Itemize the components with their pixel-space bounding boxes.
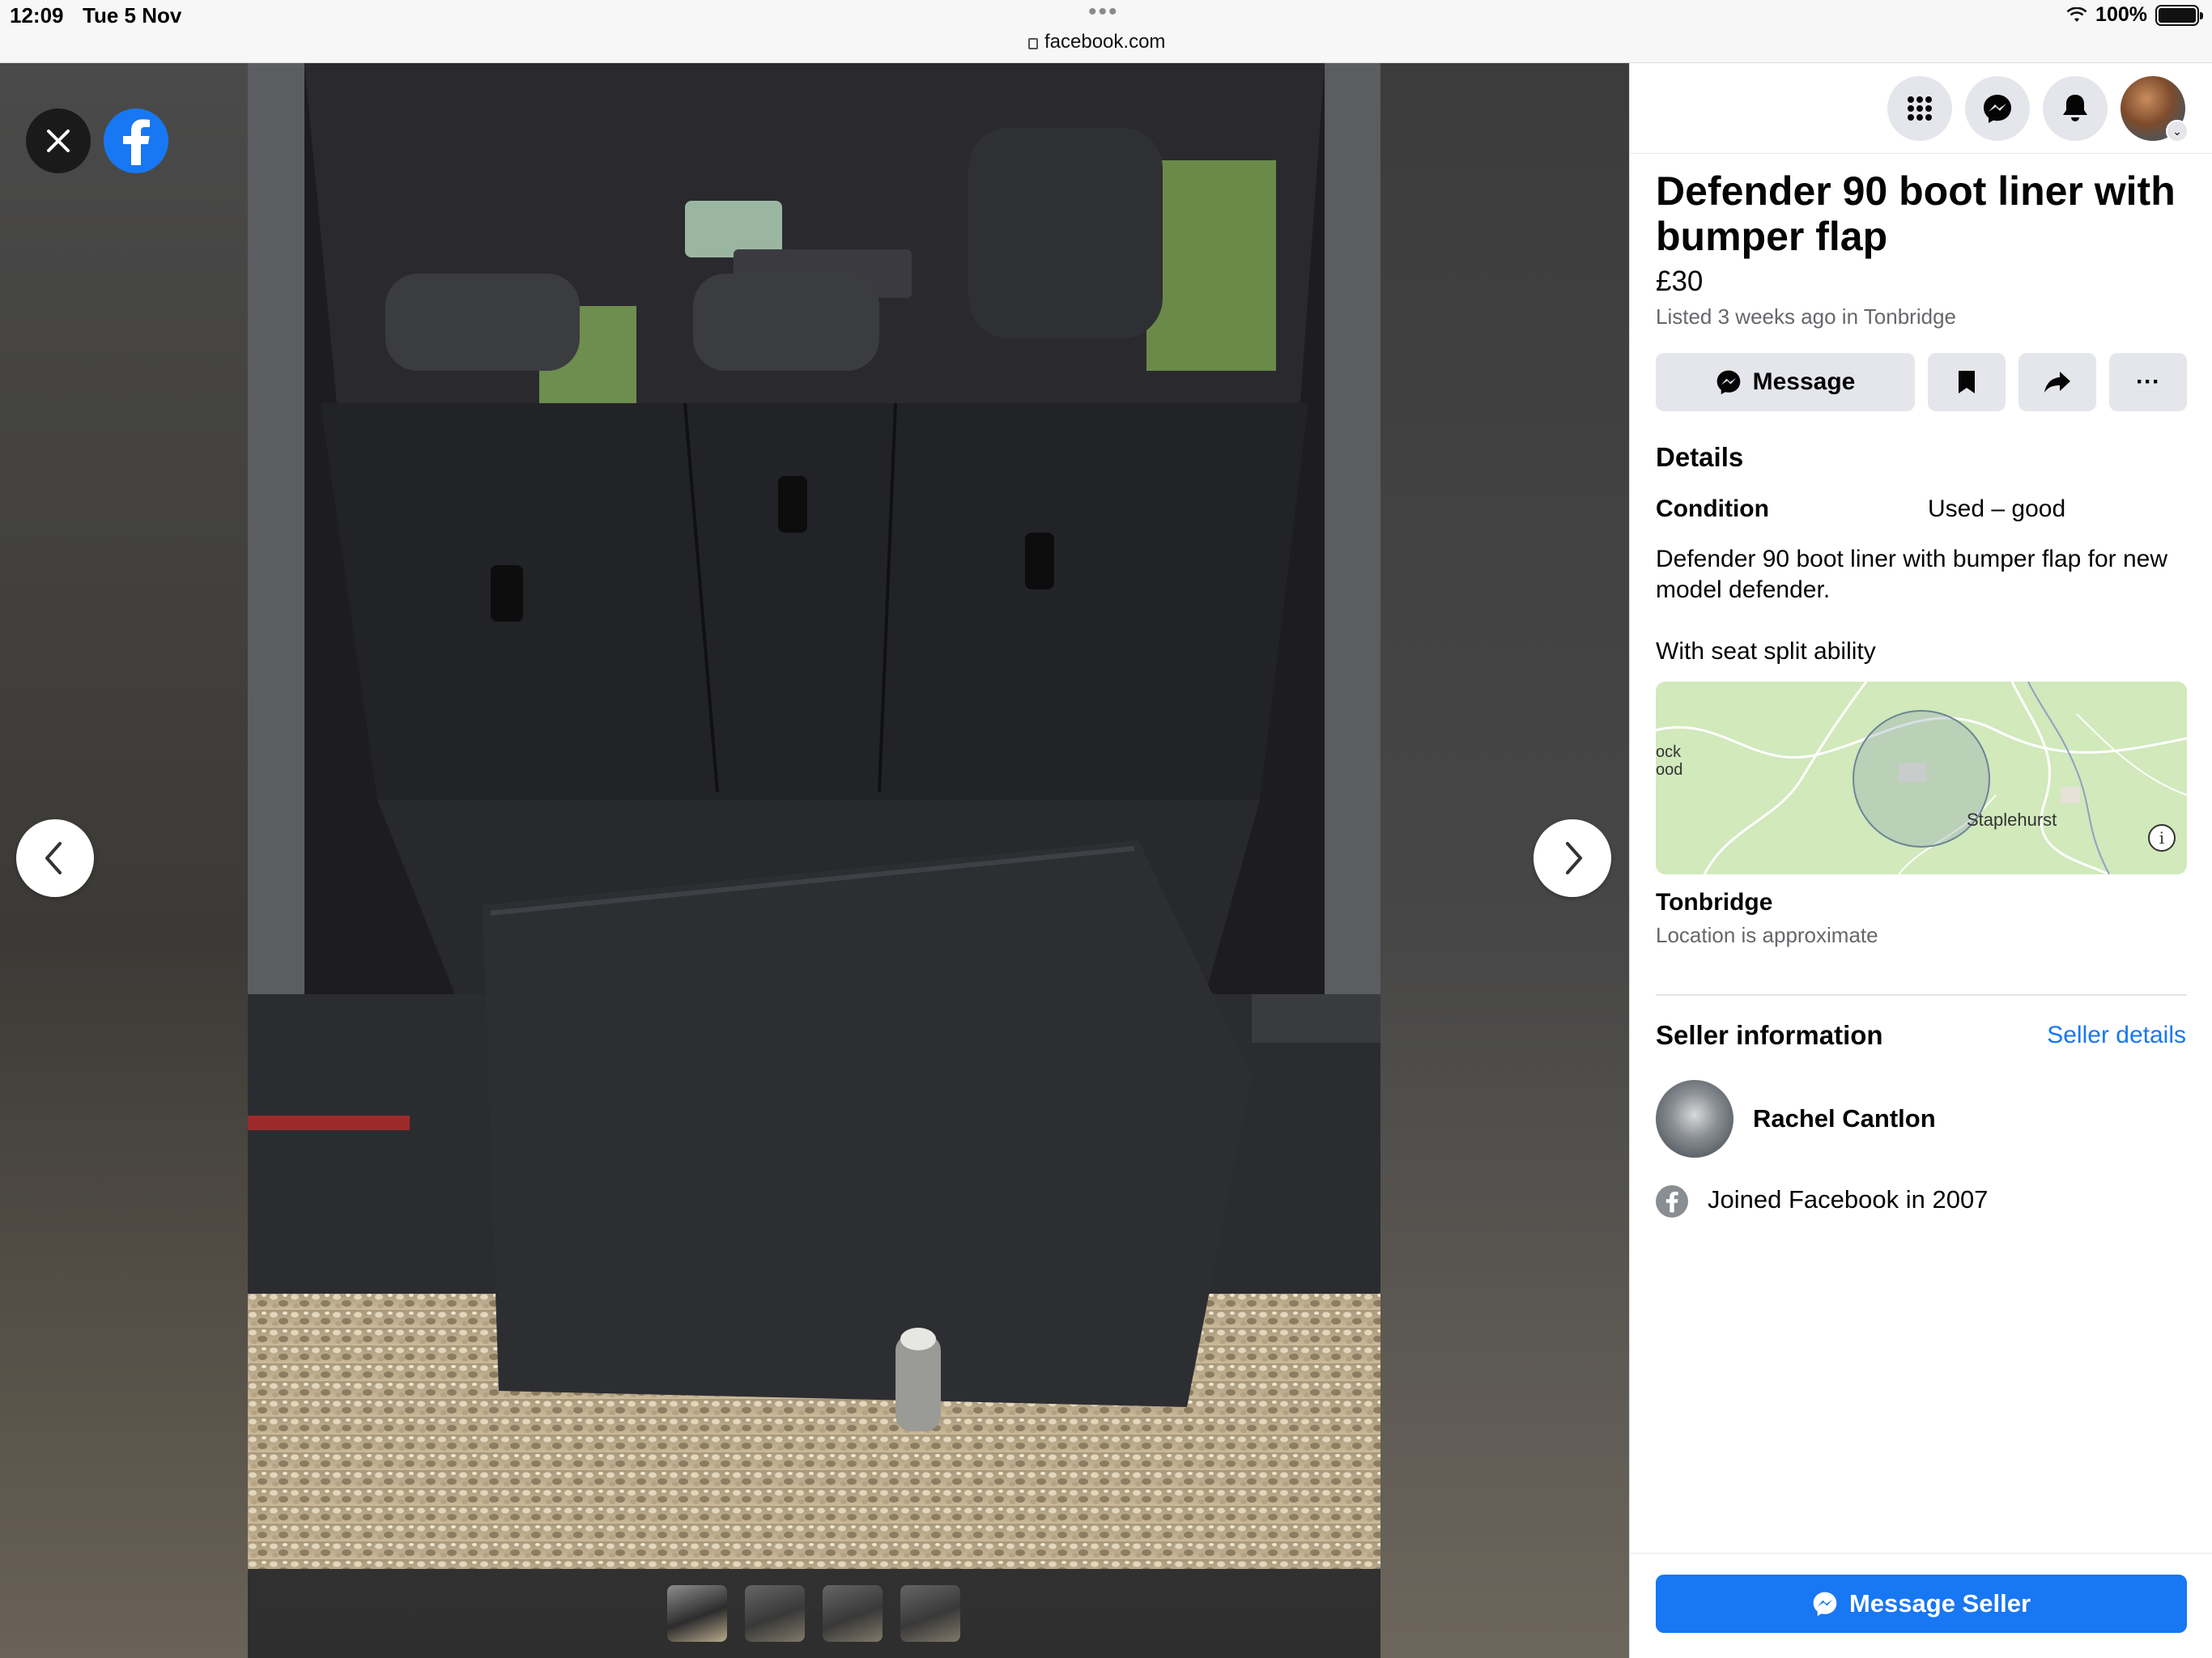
notifications-button[interactable] [2043, 76, 2108, 141]
map-roads-illustration [1656, 682, 2187, 874]
photo-thumbnails [667, 1585, 960, 1642]
menu-grid-icon [1908, 96, 1932, 121]
more-options-icon: ··· [2136, 368, 2160, 395]
chevron-right-icon [1566, 842, 1582, 874]
condition-value: Used – good [1928, 495, 2066, 522]
map-label-town: Staplehurst [1967, 810, 2057, 830]
listing-actions: Message ··· [1656, 353, 2187, 411]
panel-top-bar: ⌄ [1630, 63, 2212, 154]
messenger-button[interactable] [1965, 76, 2030, 141]
thumbnail-1[interactable] [667, 1585, 727, 1642]
message-button[interactable]: Message [1656, 353, 1915, 411]
thumbnail-4[interactable] [900, 1585, 960, 1642]
listing-photo [248, 63, 1380, 1569]
battery-percent: 100% [2095, 3, 2147, 26]
condition-label: Condition [1656, 495, 1769, 522]
lock-icon [1028, 38, 1038, 49]
status-bar: 12:09 Tue 5 Nov ••• facebook.com 100% [0, 0, 2212, 63]
address-bar[interactable]: facebook.com [1028, 31, 1165, 53]
panel-footer: Message Seller [1630, 1553, 2212, 1658]
status-date: Tue 5 Nov [83, 3, 182, 28]
listing-meta: Listed 3 weeks ago in Tonbridge [1656, 304, 1956, 329]
share-icon [2044, 372, 2070, 393]
profile-avatar[interactable]: ⌄ [2121, 76, 2189, 142]
thumbnail-2[interactable] [745, 1585, 805, 1642]
url-text: facebook.com [1044, 31, 1166, 53]
listing-price: £30 [1656, 266, 1704, 297]
details-heading: Details [1656, 442, 1744, 472]
seller-avatar[interactable] [1656, 1080, 1733, 1158]
message-seller-button[interactable]: Message Seller [1656, 1575, 2187, 1633]
seller-joined: Joined Facebook in 2007 [1708, 1185, 1989, 1214]
map-info-icon[interactable]: i [2148, 824, 2176, 852]
previous-photo-button[interactable] [16, 819, 94, 897]
photo-viewer [0, 63, 1629, 1658]
listing-title: Defender 90 boot liner with bumper flap [1656, 168, 2176, 259]
battery-icon [2155, 4, 2203, 26]
messenger-icon [1716, 370, 1740, 395]
facebook-f-icon [1665, 1192, 1678, 1213]
share-button[interactable] [2018, 353, 2096, 411]
save-button[interactable] [1928, 353, 2006, 411]
location-name: Tonbridge [1656, 889, 1773, 916]
facebook-logo-icon [123, 119, 150, 165]
close-icon [47, 130, 70, 152]
next-photo-button[interactable] [1534, 819, 1611, 897]
facebook-logo-button[interactable] [104, 108, 168, 173]
chevron-left-icon [45, 842, 62, 874]
status-time: 12:09 [10, 3, 64, 28]
close-viewer-button[interactable] [26, 108, 91, 173]
menu-button[interactable] [1887, 76, 1952, 141]
thumbnail-3[interactable] [823, 1585, 883, 1642]
more-options-button[interactable]: ··· [2109, 353, 2187, 411]
message-seller-label: Message Seller [1848, 1589, 2031, 1618]
location-map[interactable]: ock ood Staplehurst i [1656, 682, 2187, 874]
map-label-partial: ock ood [1656, 743, 1683, 779]
bell-icon [2063, 95, 2087, 121]
facebook-icon [1656, 1185, 1688, 1218]
messenger-icon [1813, 1592, 1837, 1617]
seller-heading: Seller information [1656, 1020, 1883, 1050]
messenger-icon [1984, 95, 2011, 123]
listing-panel: ⌄ Defender 90 boot liner with bumper fla… [1629, 63, 2212, 1658]
wifi-icon [2066, 6, 2087, 22]
listing-description-extra: With seat split ability [1656, 638, 1876, 665]
multitasking-dots-icon[interactable]: ••• [1088, 0, 1119, 24]
seller-details-link[interactable]: Seller details [2047, 1022, 2186, 1049]
seller-name[interactable]: Rachel Cantlon [1753, 1104, 1936, 1133]
chevron-down-icon: ⌄ [2166, 120, 2189, 142]
status-indicators: 100% [2066, 3, 2203, 27]
section-divider [1656, 994, 2187, 996]
listing-description: Defender 90 boot liner with bumper flap … [1656, 546, 2168, 603]
bookmark-icon [1959, 371, 1975, 393]
message-button-label: Message [1752, 368, 1856, 395]
boot-liner-photo-illustration [248, 63, 1380, 1569]
location-note: Location is approximate [1656, 923, 1878, 947]
